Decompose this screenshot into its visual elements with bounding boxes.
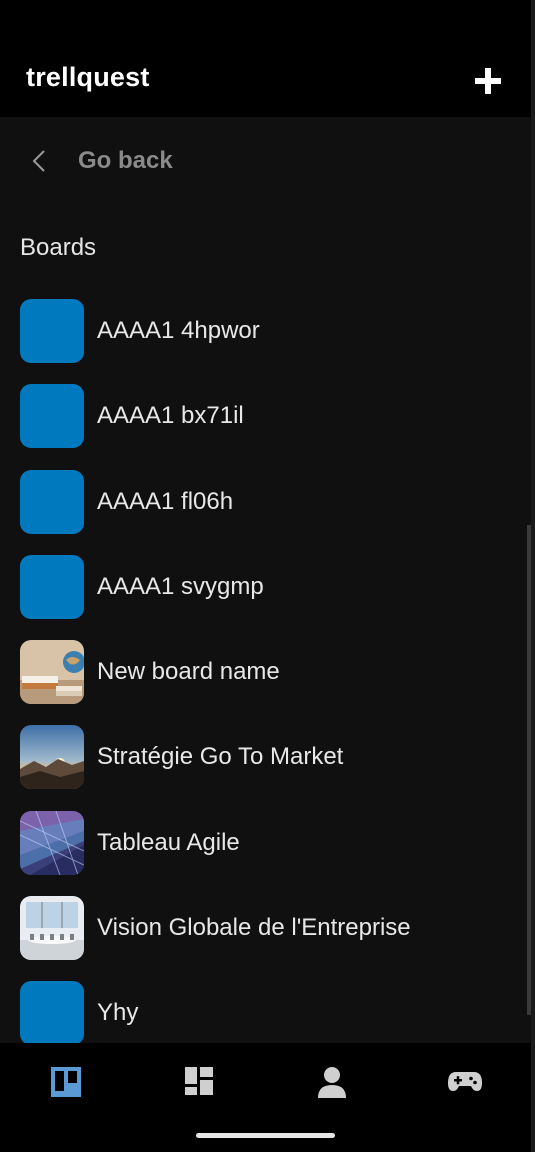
board-name: AAAA1 4hpwor xyxy=(97,317,260,344)
app-screen: trellquest Go back Boards AAAA1 4hpwor A… xyxy=(0,0,535,1152)
add-board-button[interactable] xyxy=(473,66,503,96)
boards-section-title: Boards xyxy=(20,234,97,261)
board-list-item[interactable]: Vision Globale de l'Entreprise xyxy=(0,894,531,979)
plus-icon xyxy=(475,68,501,94)
board-list-item[interactable]: New board name xyxy=(0,638,531,723)
board-name: Stratégie Go To Market xyxy=(97,743,344,771)
board-list-item[interactable]: AAAA1 4hpwor xyxy=(0,297,531,382)
app-title: trellquest xyxy=(26,62,150,92)
nav-games-tab[interactable] xyxy=(435,1065,495,1105)
go-back-button[interactable]: Go back xyxy=(0,117,531,207)
board-name: AAAA1 svygmp xyxy=(97,572,264,600)
nav-boards-tab[interactable] xyxy=(36,1065,96,1105)
board-list-item[interactable]: AAAA1 svygmp xyxy=(0,553,531,638)
chevron-left-icon xyxy=(32,150,45,172)
nav-dashboard-tab[interactable] xyxy=(169,1065,229,1105)
board-list-item[interactable]: AAAA1 bx71il xyxy=(0,382,531,467)
user-icon xyxy=(318,1067,346,1098)
main-content: Go back Boards AAAA1 4hpwor AAAA1 bx71il… xyxy=(0,117,531,1043)
scrollbar[interactable] xyxy=(527,525,531,1015)
window-edge xyxy=(531,0,535,1152)
dashboard-icon xyxy=(185,1067,213,1095)
bottom-navigation xyxy=(0,1043,531,1152)
nav-profile-tab[interactable] xyxy=(302,1065,362,1105)
board-name: New board name xyxy=(97,658,280,685)
meeting-room-thumbnail xyxy=(20,895,84,960)
board-list-item[interactable]: AAAA1 fl06h xyxy=(0,468,531,553)
go-back-label: Go back xyxy=(78,147,173,174)
board-thumbnail xyxy=(20,384,84,449)
top-app-bar: trellquest xyxy=(0,0,531,117)
board-list-item[interactable]: Tableau Agile xyxy=(0,809,531,894)
board-thumbnail xyxy=(20,469,84,534)
board-list-item[interactable]: Stratégie Go To Market xyxy=(0,723,531,808)
board-name: AAAA1 bx71il xyxy=(97,402,244,430)
board-thumbnail xyxy=(20,981,84,1043)
books-globe-thumbnail xyxy=(20,640,84,704)
board-name: Tableau Agile xyxy=(97,828,240,856)
boards-icon xyxy=(51,1067,81,1097)
board-name: Vision Globale de l'Entreprise xyxy=(97,913,411,941)
board-list-item[interactable]: Yhy xyxy=(0,979,531,1043)
board-name: AAAA1 fl06h xyxy=(97,487,234,515)
board-list: AAAA1 4hpwor AAAA1 bx71il AAAA1 fl06h AA… xyxy=(0,297,531,1043)
gamepad-icon xyxy=(448,1072,482,1091)
geometric-pattern-thumbnail xyxy=(20,810,84,875)
home-indicator[interactable] xyxy=(196,1133,335,1138)
mountain-sunrise-thumbnail xyxy=(20,725,84,790)
board-name: Yhy xyxy=(97,999,139,1026)
board-thumbnail xyxy=(20,554,84,619)
board-thumbnail xyxy=(20,299,84,363)
